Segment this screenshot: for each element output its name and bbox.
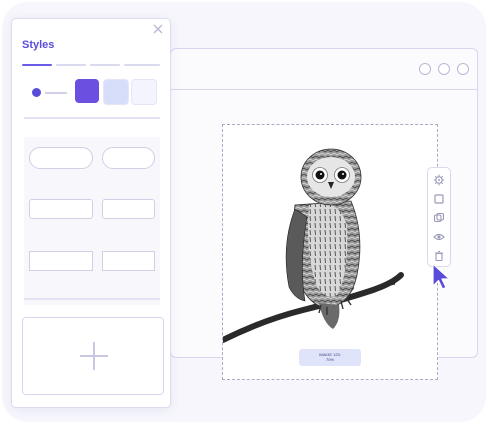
trash-icon[interactable] xyxy=(433,250,445,262)
window-dot[interactable] xyxy=(457,63,469,75)
shape-pill[interactable] xyxy=(102,147,155,169)
tab-4[interactable] xyxy=(124,64,160,66)
shape-pill[interactable] xyxy=(29,147,93,169)
shape-rounded-rect[interactable] xyxy=(29,199,93,219)
selected-image-frame[interactable]: IMAGE 123: 70% xyxy=(222,124,438,380)
shape-rounded-rect[interactable] xyxy=(102,199,155,219)
tab-2[interactable] xyxy=(56,64,86,66)
radio-button[interactable] xyxy=(32,88,41,97)
plus-icon xyxy=(93,342,95,370)
color-swatch-white[interactable] xyxy=(131,79,157,105)
swatch-row xyxy=(12,79,170,105)
divider xyxy=(24,117,160,119)
eye-icon[interactable] xyxy=(433,231,445,243)
image-caption-badge: IMAGE 123: 70% xyxy=(299,349,361,366)
color-swatch-light-blue[interactable] xyxy=(103,79,129,105)
mouse-cursor-icon xyxy=(432,263,451,290)
shape-rect[interactable] xyxy=(29,251,93,271)
gear-icon[interactable] xyxy=(433,174,445,186)
color-swatch-purple[interactable] xyxy=(75,79,99,103)
window-dot[interactable] xyxy=(438,63,450,75)
owl-image xyxy=(223,148,404,343)
tab-3[interactable] xyxy=(90,64,120,66)
image-toolbar xyxy=(427,167,451,267)
copy-icon[interactable] xyxy=(433,212,445,224)
add-style-button[interactable] xyxy=(22,317,164,395)
shape-presets xyxy=(24,137,160,305)
window-dot[interactable] xyxy=(419,63,431,75)
caption-line: 70% xyxy=(325,357,334,362)
styles-panel: Styles xyxy=(11,18,171,408)
panel-title: Styles xyxy=(22,39,55,51)
browser-title-bar xyxy=(171,49,477,90)
close-icon[interactable] xyxy=(152,23,164,35)
radio-line xyxy=(45,92,67,94)
divider xyxy=(24,298,160,300)
tab-styles[interactable] xyxy=(22,64,52,66)
shape-rect[interactable] xyxy=(102,251,155,271)
square-icon[interactable] xyxy=(433,193,445,205)
